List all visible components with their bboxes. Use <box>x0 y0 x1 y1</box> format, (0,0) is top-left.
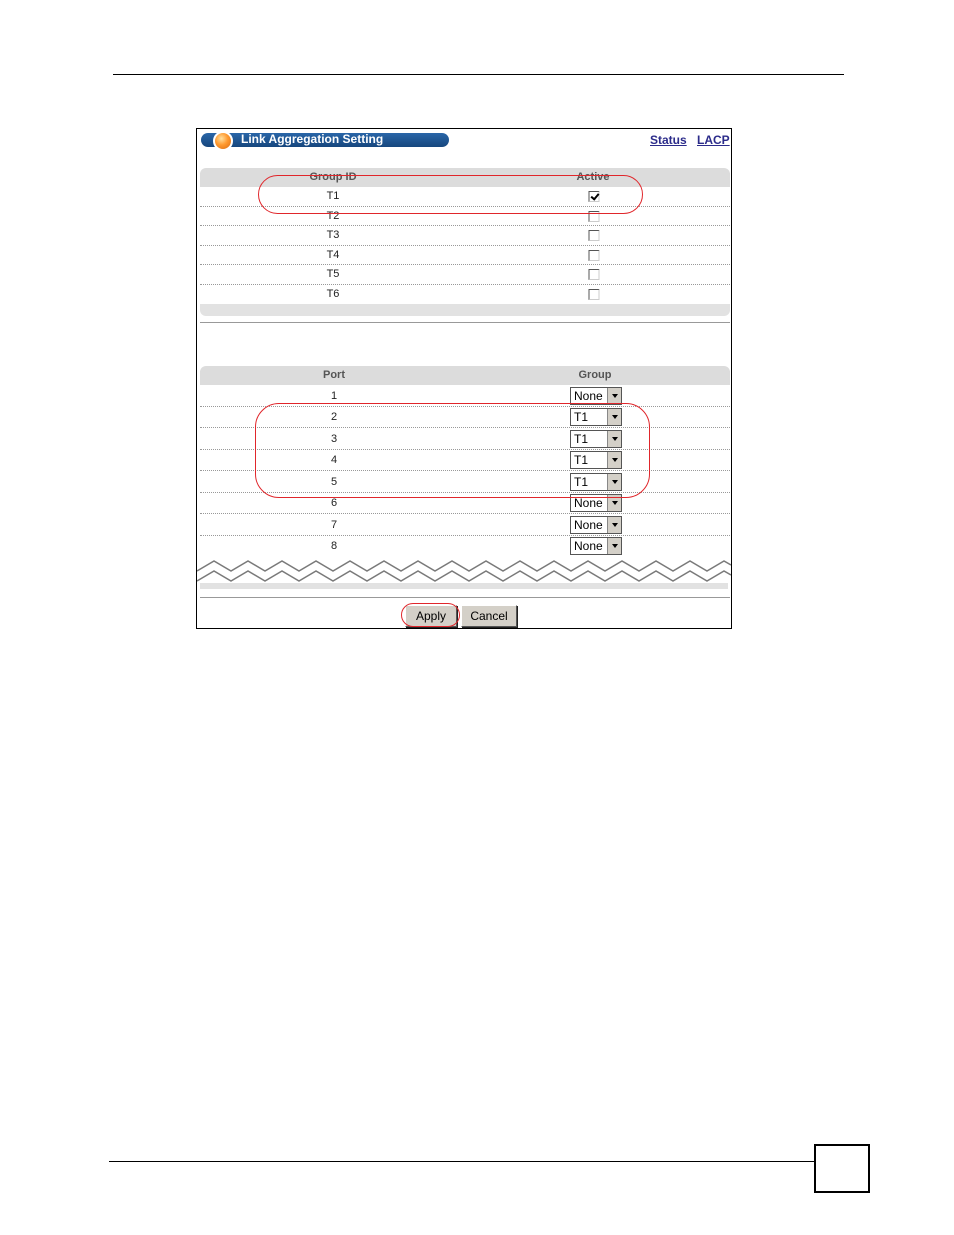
active-checkbox-t5[interactable] <box>588 269 600 280</box>
section-divider <box>200 322 730 323</box>
group-header: Group <box>578 369 612 381</box>
page-bottom-rule <box>109 1161 815 1162</box>
cancel-button[interactable]: Cancel <box>461 605 517 627</box>
group-select-port-8[interactable]: None <box>570 537 622 555</box>
port-number: 6 <box>330 497 338 509</box>
port-number: 1 <box>330 390 338 402</box>
dropdown-arrow-icon <box>607 538 621 554</box>
active-checkbox-t4[interactable] <box>588 250 600 261</box>
active-checkbox-t3[interactable] <box>588 230 600 241</box>
page-top-rule <box>113 74 844 75</box>
lacp-link[interactable]: LACP <box>697 133 730 147</box>
dropdown-arrow-icon <box>607 517 621 533</box>
panel-title: Link Aggregation Setting <box>241 132 384 146</box>
select-value: None <box>574 518 603 532</box>
status-link[interactable]: Status <box>650 133 687 147</box>
port-number: 8 <box>330 540 338 552</box>
active-checkbox-t6[interactable] <box>588 289 600 300</box>
highlight-ports-2-5 <box>255 403 650 498</box>
group-id-cell: T6 <box>326 288 340 300</box>
group-row: T6 <box>200 285 730 304</box>
page-number-box <box>814 1144 870 1193</box>
group-select-port-7[interactable]: None <box>570 516 622 534</box>
highlight-apply <box>401 603 460 627</box>
select-value: None <box>574 389 603 403</box>
port-header: Port <box>323 369 345 381</box>
link-aggregation-panel: Link Aggregation Setting Status LACP Gro… <box>196 128 732 629</box>
button-divider <box>200 597 730 598</box>
highlight-active-t1 <box>258 175 643 214</box>
port-row: 7 None <box>200 514 730 536</box>
port-number: 7 <box>330 519 338 531</box>
group-id-cell: T5 <box>326 268 340 280</box>
group-table-footer <box>200 304 730 316</box>
group-row: T3 <box>200 226 730 246</box>
port-row: 8 None <box>200 536 730 558</box>
title-orb-icon <box>213 131 233 151</box>
group-row: T4 <box>200 246 730 265</box>
port-table-header: Port Group <box>200 366 730 385</box>
select-value: None <box>574 539 603 553</box>
torn-edge-zigzag <box>197 560 731 589</box>
group-id-cell: T3 <box>326 229 340 241</box>
select-value: None <box>574 496 603 510</box>
group-id-cell: T4 <box>326 249 340 261</box>
dropdown-arrow-icon <box>607 388 621 404</box>
group-row: T5 <box>200 265 730 285</box>
